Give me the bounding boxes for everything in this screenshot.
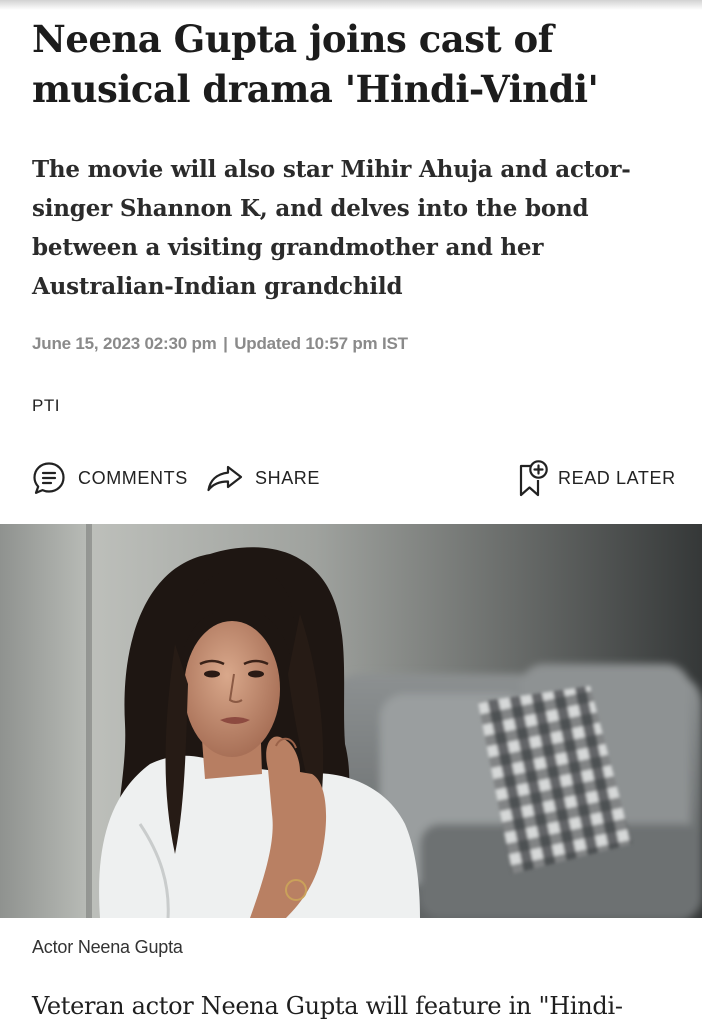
share-button[interactable]: SHARE <box>206 456 320 500</box>
comments-button[interactable]: COMMENTS <box>31 456 188 500</box>
image-caption: Actor Neena Gupta <box>32 937 183 957</box>
article-subheadline: The movie will also star Mihir Ahuja and… <box>32 156 631 300</box>
read-later-label: READ LATER <box>558 467 676 488</box>
share-arrow-icon <box>206 463 244 493</box>
published-date: June 15, 2023 02:30 pm <box>32 334 217 353</box>
comment-bubble-icon <box>31 460 67 496</box>
comments-label: COMMENTS <box>78 467 188 488</box>
article-headline: Neena Gupta joins cast of musical drama … <box>32 17 599 111</box>
byline: PTI <box>32 396 60 415</box>
updated-time: Updated 10:57 pm IST <box>234 334 408 353</box>
share-label: SHARE <box>255 467 321 488</box>
article-body-first-line: Veteran actor Neena Gupta will feature i… <box>32 992 623 1020</box>
article-actions-bar: COMMENTS SHARE READ LATER <box>0 456 702 504</box>
dateline: June 15, 2023 02:30 pm | Updated 10:57 p… <box>32 334 408 354</box>
article-photo <box>0 524 702 918</box>
dateline-separator: | <box>223 334 228 353</box>
bookmark-add-icon <box>518 459 548 497</box>
read-later-button[interactable]: READ LATER <box>518 456 676 500</box>
top-shadow <box>0 0 702 10</box>
